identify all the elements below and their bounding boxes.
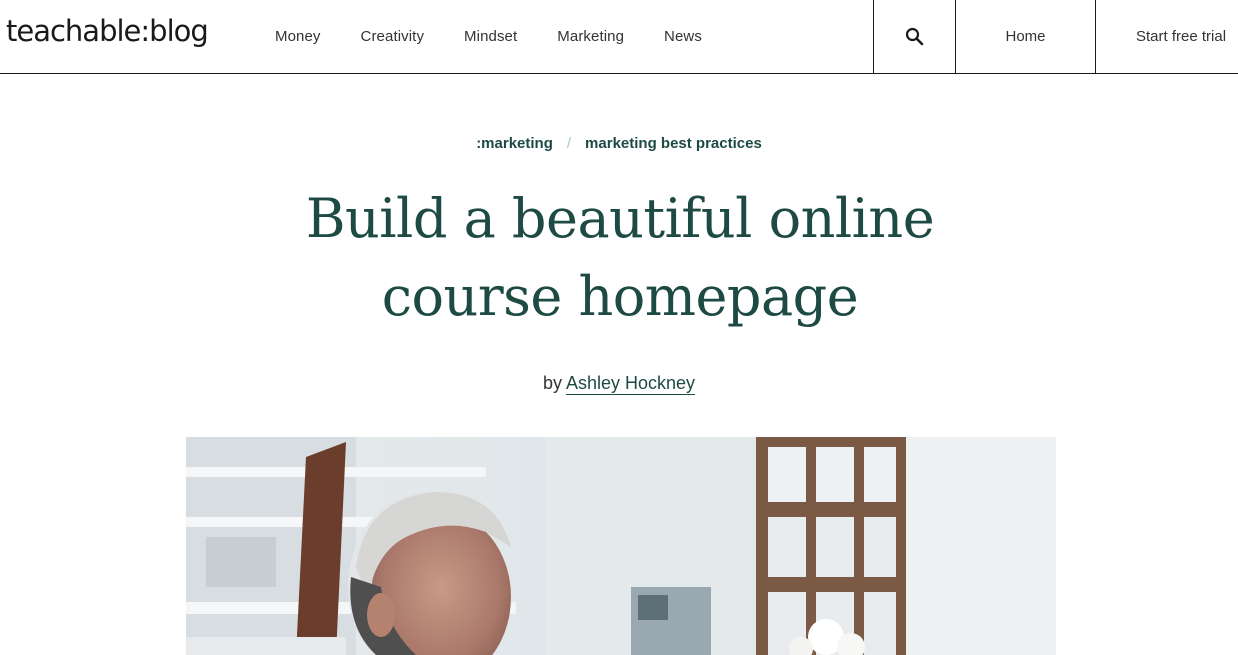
article-title: Build a beautiful online course homepage — [220, 180, 1020, 336]
byline-prefix: by — [542, 373, 562, 393]
hero-photo — [186, 437, 1056, 655]
nav-item-news[interactable]: News — [644, 28, 722, 45]
nav-item-mindset[interactable]: Mindset — [444, 28, 537, 45]
blog-logo[interactable]: teachable:blog — [6, 14, 209, 48]
search-icon — [905, 27, 924, 46]
start-free-trial-link[interactable]: Start free trial — [1096, 0, 1238, 73]
breadcrumb: :marketing / marketing best practices — [0, 135, 1238, 152]
nav-item-money[interactable]: Money — [255, 28, 341, 45]
article-title-line2: course homepage — [381, 265, 859, 328]
byline: by Ashley Hockney — [0, 373, 1238, 395]
nav-item-creativity[interactable]: Creativity — [341, 28, 445, 45]
search-button[interactable] — [873, 0, 956, 73]
nav-item-marketing[interactable]: Marketing — [537, 28, 644, 45]
home-link[interactable]: Home — [956, 0, 1096, 73]
article-title-line1: Build a beautiful online — [305, 187, 935, 250]
author-link[interactable]: Ashley Hockney — [565, 373, 696, 395]
breadcrumb-subcategory[interactable]: marketing best practices — [585, 135, 762, 152]
breadcrumb-separator: / — [566, 135, 572, 152]
site-header: teachable:blog Money Creativity Mindset … — [0, 0, 1238, 74]
main-nav: Money Creativity Mindset Marketing News — [255, 0, 722, 73]
breadcrumb-category[interactable]: :marketing — [476, 135, 553, 152]
hero-image — [186, 437, 1056, 655]
